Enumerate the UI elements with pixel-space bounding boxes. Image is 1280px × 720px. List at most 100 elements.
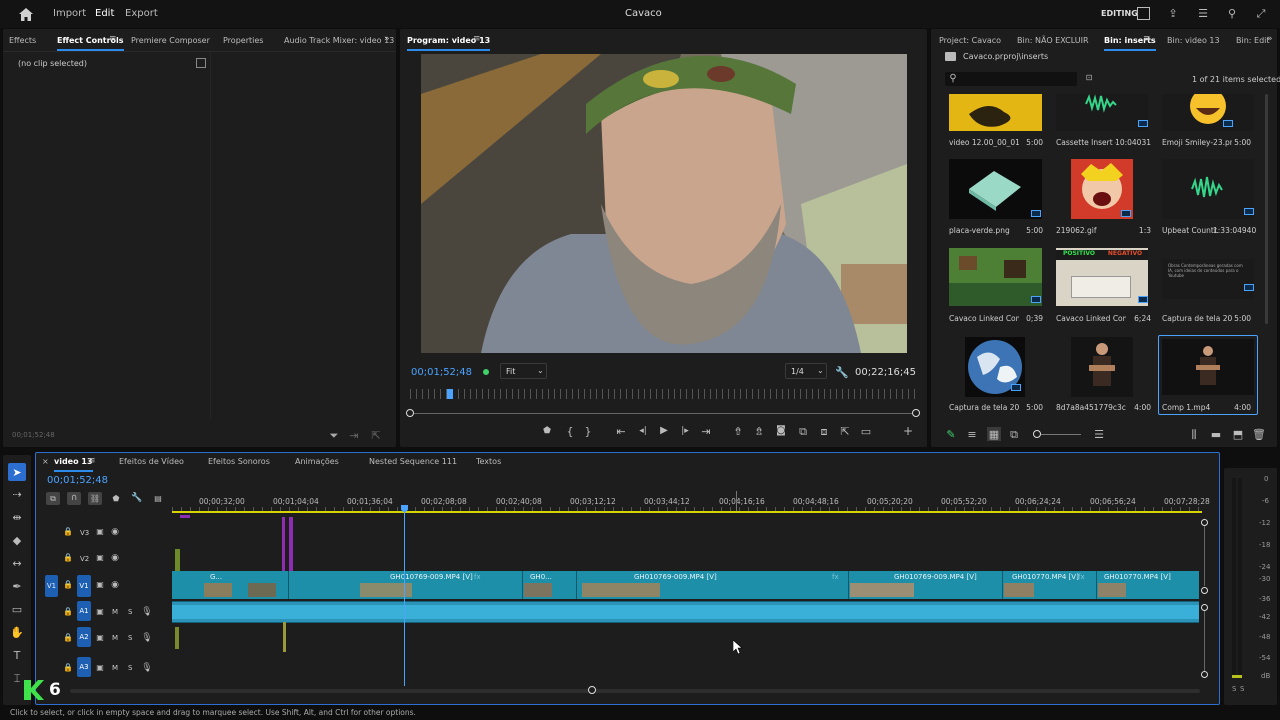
tab-efeitos-video[interactable]: Efeitos de Vídeo <box>119 457 184 466</box>
sync-lock-icon[interactable]: ▣ <box>95 607 105 617</box>
go-to-in-icon[interactable]: ⇤ <box>615 425 627 437</box>
search-icon[interactable]: ⚲ <box>1225 6 1239 20</box>
thumb-upbeat[interactable] <box>1162 159 1254 219</box>
sync-lock-icon[interactable]: ▣ <box>95 553 105 563</box>
razor-tool-icon[interactable]: ◆ <box>10 533 24 547</box>
timeline-hscroll-thumb[interactable] <box>588 686 596 694</box>
linked-select-icon[interactable]: ⛓ <box>88 492 102 505</box>
fullscreen-icon[interactable]: ⤢ <box>1254 6 1268 20</box>
v3-clip-purple-2[interactable] <box>289 517 293 571</box>
meter-solo[interactable]: S <box>1240 685 1244 693</box>
tab-bin-video13[interactable]: Bin: video 13 <box>1167 36 1220 45</box>
go-to-out-icon[interactable]: ⇥ <box>700 425 712 437</box>
timeline-hscroll[interactable] <box>70 689 1200 693</box>
lift-icon[interactable]: ⇮ <box>732 425 744 437</box>
menu-edit[interactable]: Edit <box>95 8 114 19</box>
timeline-timecode[interactable]: 00;01;52;48 <box>47 475 108 486</box>
quality-dropdown[interactable]: 1/4 ⌄ <box>785 363 827 379</box>
meter-solo[interactable]: S <box>1232 685 1236 693</box>
tab-nested-sequence[interactable]: Nested Sequence 111 <box>369 457 457 466</box>
zoom-scrollbar[interactable] <box>410 413 918 414</box>
program-menu-icon[interactable]: ≡ <box>473 35 481 44</box>
thumb-8d7a[interactable] <box>1071 337 1133 397</box>
sort-icon[interactable]: ☰ <box>1093 428 1105 440</box>
zoom-slider-handle[interactable] <box>1033 430 1041 438</box>
captions-icon[interactable]: ▤ <box>152 492 164 505</box>
lock-icon[interactable]: 🔒 <box>63 553 73 563</box>
tab-properties[interactable]: Properties <box>223 36 263 45</box>
export-frame-icon[interactable]: ⇱ <box>839 425 851 437</box>
new-bin-icon[interactable]: ⊡ <box>1084 73 1094 83</box>
thumb-linked-comp-2[interactable]: POSITIVO NEGATIVO <box>1056 248 1148 306</box>
v2-clip-small[interactable] <box>175 549 180 571</box>
a1-audio-track[interactable] <box>172 601 1199 623</box>
microphone-icon[interactable]: 🎙 <box>141 606 152 618</box>
eye-icon[interactable]: ◉ <box>110 580 120 590</box>
microphone-icon[interactable]: 🎙 <box>141 632 152 644</box>
menu-export[interactable]: Export <box>125 8 158 19</box>
tab-premiere-composer[interactable]: Premiere Composer <box>131 36 210 45</box>
menu-lines-icon[interactable]: ≡ <box>109 35 117 44</box>
automate-icon[interactable]: ⫼ <box>1188 428 1200 440</box>
filter-icon[interactable]: ⏷ <box>328 429 340 441</box>
a2-audio-clip[interactable] <box>175 627 179 649</box>
solo-button[interactable]: S <box>128 664 132 672</box>
search-field[interactable]: ⚲ <box>945 72 1077 86</box>
solo-button[interactable]: S <box>128 608 132 616</box>
settings-wrench-icon[interactable]: 🔧 <box>131 492 143 505</box>
tab-animacoes[interactable]: Animações <box>295 457 339 466</box>
track-target-a2[interactable]: A2 <box>77 627 91 647</box>
ripple-edit-icon[interactable]: ⇹ <box>10 510 24 524</box>
program-timecode[interactable]: 00;01;52;48 <box>411 367 472 378</box>
camera-icon[interactable]: ◙ <box>775 425 787 437</box>
slip-tool-icon[interactable]: ↔ <box>10 556 24 570</box>
workspace-label[interactable]: EDITING <box>1101 9 1138 18</box>
compare-icon[interactable]: ⧉ <box>797 425 809 437</box>
tab-effects[interactable]: Effects <box>9 36 36 45</box>
lock-icon[interactable]: 🔒 <box>63 663 73 673</box>
eye-icon[interactable]: ◉ <box>110 553 120 563</box>
step-forward-icon[interactable]: |▸ <box>679 425 691 437</box>
menu-import[interactable]: Import <box>53 8 86 19</box>
v3-clip-purple[interactable] <box>282 517 285 571</box>
trash-icon[interactable]: 🗑 <box>1252 428 1266 440</box>
track-scroll-handle[interactable] <box>1201 671 1208 678</box>
track-select-icon[interactable]: ⇢ <box>10 487 24 501</box>
track-target-a3[interactable]: A3 <box>77 657 91 677</box>
list-view-icon[interactable]: ≡ <box>966 428 978 440</box>
mark-in-icon[interactable]: { <box>564 425 576 437</box>
thumb-emoji[interactable] <box>1162 94 1254 131</box>
track-target-a1[interactable]: A1 <box>77 601 91 621</box>
pencil-icon[interactable]: ✎ <box>945 428 957 440</box>
selection-tool-icon[interactable]: ➤ <box>8 463 26 481</box>
bin-menu-icon[interactable]: ≡ <box>1143 35 1151 44</box>
home-icon[interactable] <box>18 7 34 21</box>
tab-bin-nao-excluir[interactable]: Bin: NÃO EXCLUIR <box>1017 36 1089 45</box>
pen-tool-icon[interactable]: ✒ <box>10 579 24 593</box>
program-ruler[interactable] <box>410 389 918 399</box>
nest-icon[interactable]: ⧉ <box>46 492 60 505</box>
close-icon[interactable]: × <box>42 458 49 466</box>
sync-lock-icon[interactable]: ▣ <box>95 580 105 590</box>
new-item-icon[interactable]: ⬒ <box>1232 428 1244 440</box>
wrench-icon[interactable]: 🔧 <box>835 366 849 378</box>
rectangle-tool-icon[interactable]: ▭ <box>10 602 24 616</box>
quick-export-icon[interactable]: ☰ <box>1196 6 1210 20</box>
tab-bin-edit[interactable]: Bin: Edit <box>1236 36 1270 45</box>
fit-dropdown[interactable]: Fit ⌄ <box>500 363 547 379</box>
mute-button[interactable]: M <box>112 664 118 672</box>
send-icon[interactable]: ⇱ <box>370 429 382 441</box>
sync-lock-icon[interactable]: ▣ <box>95 663 105 673</box>
thumb-linked-comp-1[interactable] <box>949 248 1042 306</box>
bin-scrollbar[interactable] <box>1265 94 1268 324</box>
sync-lock-icon[interactable]: ▣ <box>95 527 105 537</box>
export-effect-icon[interactable]: ⇥ <box>348 429 360 441</box>
video-frame[interactable] <box>421 54 907 353</box>
lock-icon[interactable]: 🔒 <box>63 633 73 643</box>
thumb-captura-1[interactable]: Obras Contemporâneas geradas com IA, com… <box>1162 259 1254 299</box>
workspace-panel-icon[interactable] <box>1137 7 1150 20</box>
track-scroll-handle[interactable] <box>1201 587 1208 594</box>
add-marker-icon[interactable]: ⬟ <box>541 425 553 437</box>
lock-icon[interactable]: 🔒 <box>63 580 73 590</box>
share-icon[interactable]: ⇪ <box>1166 6 1180 20</box>
